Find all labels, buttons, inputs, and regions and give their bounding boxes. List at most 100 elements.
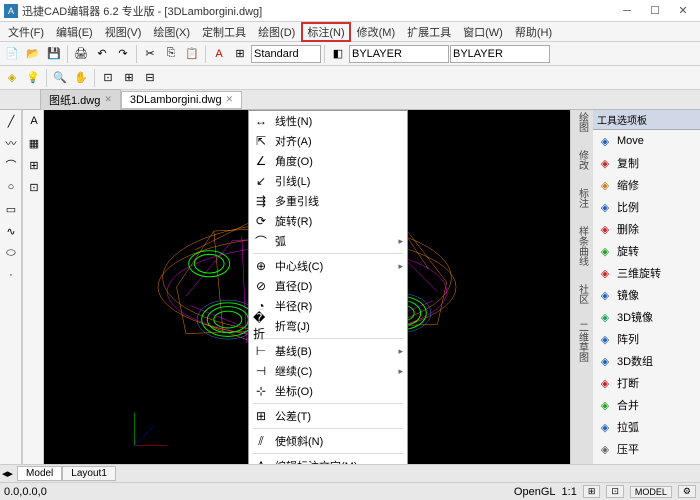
menu-2[interactable]: 视图(V) bbox=[99, 22, 148, 42]
layer-selector[interactable]: BYLAYER bbox=[349, 45, 449, 63]
dd-item[interactable]: ⊞公差(T) bbox=[249, 406, 407, 426]
copy-icon[interactable]: ⎘ bbox=[161, 44, 181, 64]
dd-item[interactable]: ⌒弧▸ bbox=[249, 231, 407, 251]
new-icon[interactable]: 📄 bbox=[2, 44, 22, 64]
tool-item[interactable]: ◈合并 bbox=[593, 394, 700, 416]
tool-icon: ◈ bbox=[597, 375, 613, 391]
tool-item[interactable]: ◈比例 bbox=[593, 196, 700, 218]
tab-close-icon[interactable]: ✕ bbox=[104, 94, 112, 105]
doc-tab[interactable]: 图纸1.dwg✕ bbox=[40, 89, 121, 111]
dd-item[interactable]: ∠角度(O) bbox=[249, 151, 407, 171]
menu-6[interactable]: 标注(N) bbox=[301, 22, 350, 42]
undo-icon[interactable]: ↶ bbox=[92, 44, 112, 64]
menu-1[interactable]: 编辑(E) bbox=[50, 22, 99, 42]
tool-item[interactable]: ◈缩修 bbox=[593, 174, 700, 196]
menu-5[interactable]: 绘图(D) bbox=[252, 22, 301, 42]
tool-item[interactable]: ◈三维旋转 bbox=[593, 262, 700, 284]
cut-icon[interactable]: ✂ bbox=[140, 44, 160, 64]
tool-item[interactable]: ◈删除 bbox=[593, 218, 700, 240]
dd-item[interactable]: ⇱对齐(A) bbox=[249, 131, 407, 151]
menu-8[interactable]: 扩展工具 bbox=[401, 22, 457, 42]
point-icon[interactable]: · bbox=[1, 265, 21, 285]
block-icon[interactable]: ⊞ bbox=[24, 155, 44, 175]
dd-item[interactable]: ⊣继续(C)▸ bbox=[249, 361, 407, 381]
hatch-icon[interactable]: ▦ bbox=[24, 133, 44, 153]
pan-icon[interactable]: ✋ bbox=[71, 68, 91, 88]
dd-item[interactable]: ↔线性(N) bbox=[249, 111, 407, 131]
side-tab[interactable]: 标注 bbox=[575, 188, 590, 208]
maximize-button[interactable]: ☐ bbox=[642, 2, 668, 20]
dd-item[interactable]: ⊹坐标(O) bbox=[249, 381, 407, 401]
menu-7[interactable]: 修改(M) bbox=[351, 22, 402, 42]
menu-0[interactable]: 文件(F) bbox=[2, 22, 50, 42]
tool-item[interactable]: ◈3D数组 bbox=[593, 350, 700, 372]
side-tab[interactable]: 样条曲线 bbox=[575, 226, 590, 266]
style-selector[interactable]: Standard bbox=[251, 45, 321, 63]
dd-item[interactable]: ⫽使倾斜(N) bbox=[249, 431, 407, 451]
tool-item[interactable]: ◈阵列 bbox=[593, 328, 700, 350]
redo-icon[interactable]: ↷ bbox=[113, 44, 133, 64]
dd-item[interactable]: ⊢基线(B)▸ bbox=[249, 341, 407, 361]
tool-item[interactable]: ◈拉弧 bbox=[593, 416, 700, 438]
bulb-icon[interactable]: 💡 bbox=[23, 68, 43, 88]
spline-icon[interactable]: ∿ bbox=[1, 221, 21, 241]
settings-button[interactable]: ⚙ bbox=[678, 485, 696, 498]
paste-icon[interactable]: 📋 bbox=[182, 44, 202, 64]
zoom-icon[interactable]: 🔍 bbox=[50, 68, 70, 88]
tool-a-icon[interactable]: ⊡ bbox=[98, 68, 118, 88]
menu-10[interactable]: 帮助(H) bbox=[509, 22, 558, 42]
tool-item[interactable]: ◈打断 bbox=[593, 372, 700, 394]
linetype-selector[interactable]: BYLAYER bbox=[450, 45, 550, 63]
tool-item[interactable]: ◈镜像 bbox=[593, 284, 700, 306]
circle-icon[interactable]: ○ bbox=[1, 177, 21, 197]
arc-icon[interactable]: ⌒ bbox=[1, 155, 21, 175]
save-icon[interactable]: 💾 bbox=[44, 44, 64, 64]
color-icon[interactable]: ◧ bbox=[328, 44, 348, 64]
minimize-button[interactable]: ─ bbox=[614, 2, 640, 20]
tool-icon[interactable]: ⊞ bbox=[230, 44, 250, 64]
layer-icon[interactable]: ◈ bbox=[2, 68, 22, 88]
tool-c-icon[interactable]: ⊟ bbox=[140, 68, 160, 88]
rect-icon[interactable]: ▭ bbox=[1, 199, 21, 219]
side-tab[interactable]: 社区 bbox=[575, 284, 590, 304]
tool-b-icon[interactable]: ⊞ bbox=[119, 68, 139, 88]
polyline-icon[interactable]: 〰 bbox=[1, 133, 21, 153]
print-icon[interactable]: 🖨 bbox=[71, 44, 91, 64]
dd-item[interactable]: �折折弯(J) bbox=[249, 316, 407, 336]
side-tab[interactable]: 二维草图 bbox=[575, 322, 590, 362]
menu-3[interactable]: 绘图(X) bbox=[147, 22, 196, 42]
snap-button[interactable]: ⊞ bbox=[583, 485, 601, 498]
grid-button[interactable]: ⊡ bbox=[606, 485, 624, 498]
dd-icon: ⊞ bbox=[253, 408, 269, 424]
dd-item[interactable]: ◔半径(R) bbox=[249, 296, 407, 316]
dd-item[interactable]: ⟳旋转(R) bbox=[249, 211, 407, 231]
ellipse-icon[interactable]: ⬭ bbox=[1, 243, 21, 263]
model-button[interactable]: MODEL bbox=[630, 486, 672, 498]
tool-item[interactable]: ◈压平 bbox=[593, 438, 700, 460]
tab-close-icon[interactable]: ✕ bbox=[226, 94, 234, 105]
text-icon[interactable]: A bbox=[24, 111, 44, 131]
dd-item[interactable]: ⇶多重引线 bbox=[249, 191, 407, 211]
open-icon[interactable]: 📂 bbox=[23, 44, 43, 64]
menu-4[interactable]: 定制工具 bbox=[196, 22, 252, 42]
doc-tab[interactable]: 3DLamborgini.dwg✕ bbox=[121, 91, 242, 109]
close-button[interactable]: ✕ bbox=[670, 2, 696, 20]
dim-icon[interactable]: A bbox=[209, 44, 229, 64]
dd-item[interactable]: A编辑标注文字(M)▸ bbox=[249, 456, 407, 464]
dd-item[interactable]: ⊕中心线(C)▸ bbox=[249, 256, 407, 276]
line-icon[interactable]: ╱ bbox=[1, 111, 21, 131]
tool-item[interactable]: ◈Move bbox=[593, 130, 700, 152]
tool-item[interactable]: ◈3D镜像 bbox=[593, 306, 700, 328]
tool-item[interactable]: ◈旋转 bbox=[593, 240, 700, 262]
layout-tab[interactable]: Layout1 bbox=[62, 466, 116, 481]
table-icon[interactable]: ⊡ bbox=[24, 177, 44, 197]
menu-9[interactable]: 窗口(W) bbox=[457, 22, 509, 42]
submenu-arrow-icon: ▸ bbox=[398, 346, 403, 357]
tool-item[interactable]: ◈对齐 bbox=[593, 460, 700, 464]
side-tab[interactable]: 修改 bbox=[575, 150, 590, 170]
tool-item[interactable]: ◈复制 bbox=[593, 152, 700, 174]
layout-tab[interactable]: Model bbox=[17, 466, 62, 481]
side-tab[interactable]: 绘图 bbox=[575, 112, 590, 132]
dd-item[interactable]: ⊘直径(D) bbox=[249, 276, 407, 296]
dd-item[interactable]: ↙引线(L) bbox=[249, 171, 407, 191]
